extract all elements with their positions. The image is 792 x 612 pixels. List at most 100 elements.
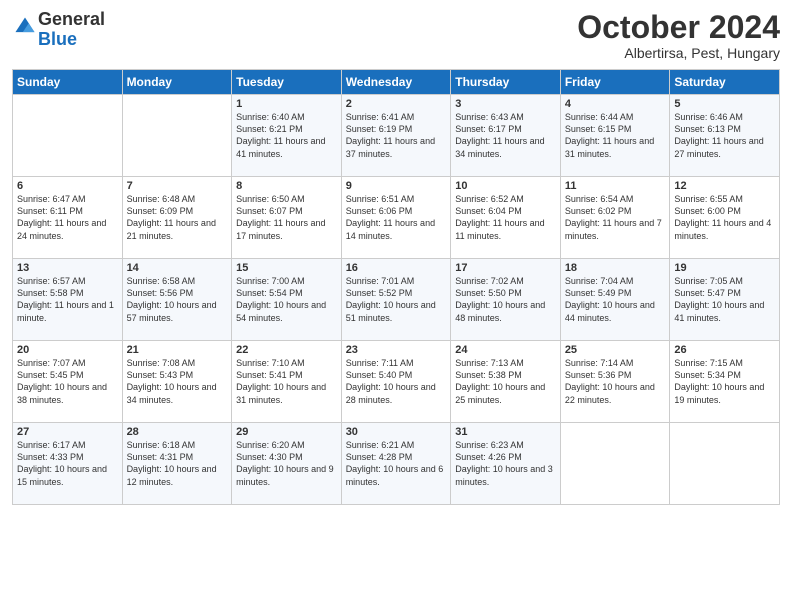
day-info: Sunrise: 6:55 AMSunset: 6:00 PMDaylight:… xyxy=(674,194,771,240)
calendar-cell: 5Sunrise: 6:46 AMSunset: 6:13 PMDaylight… xyxy=(670,95,780,177)
calendar-cell: 18 Sunrise: 7:04 AMSunset: 5:49 PMDayligh… xyxy=(560,259,670,341)
day-number: 14 xyxy=(127,262,228,274)
day-info: Sunrise: 6:47 AMSunset: 6:11 PMDaylight:… xyxy=(17,194,106,240)
day-info: Sunrise: 6:52 AMSunset: 6:04 PMDaylight:… xyxy=(455,194,544,240)
day-number: 22 xyxy=(236,344,337,356)
day-info: Sunrise: 6:54 AMSunset: 6:02 PMDaylight:… xyxy=(565,194,662,240)
day-info: Sunrise: 6:40 AMSunset: 6:21 PMDaylight:… xyxy=(236,112,325,158)
calendar-cell: 9Sunrise: 6:51 AMSunset: 6:06 PMDaylight… xyxy=(341,177,451,259)
day-info: Sunrise: 6:50 AMSunset: 6:07 PMDaylight:… xyxy=(236,194,325,240)
calendar-cell: 13Sunrise: 6:57 AMSunset: 5:58 PMDayligh… xyxy=(13,259,123,341)
calendar-cell: 21 Sunrise: 7:08 AMSunset: 5:43 PMDayligh… xyxy=(122,341,232,423)
calendar-cell: 23Sunrise: 7:11 AMSunset: 5:40 PMDayligh… xyxy=(341,341,451,423)
day-info: Sunrise: 7:08 AMSunset: 5:43 PMDaylight:… xyxy=(127,358,217,404)
weekday-header-tuesday: Tuesday xyxy=(232,70,342,95)
calendar-cell: 7 Sunrise: 6:48 AMSunset: 6:09 PMDaylight… xyxy=(122,177,232,259)
calendar-cell: 31 Sunrise: 6:23 AMSunset: 4:26 PMDayligh… xyxy=(451,423,561,505)
day-number: 1 xyxy=(236,98,337,110)
weekday-header-wednesday: Wednesday xyxy=(341,70,451,95)
day-number: 12 xyxy=(674,180,775,192)
day-info: Sunrise: 6:57 AMSunset: 5:58 PMDaylight:… xyxy=(17,276,114,322)
day-number: 15 xyxy=(236,262,337,274)
day-info: Sunrise: 7:14 AMSunset: 5:36 PMDaylight:… xyxy=(565,358,655,404)
day-info: Sunrise: 6:20 AMSunset: 4:30 PMDaylight:… xyxy=(236,440,334,486)
logo-blue-text: Blue xyxy=(38,29,77,49)
calendar-cell: 27Sunrise: 6:17 AMSunset: 4:33 PMDayligh… xyxy=(13,423,123,505)
day-number: 18 xyxy=(565,262,666,274)
calendar-cell: 19 Sunrise: 7:05 AMSunset: 5:47 PMDayligh… xyxy=(670,259,780,341)
title-block: October 2024 Albertirsa, Pest, Hungary xyxy=(577,10,780,61)
day-number: 23 xyxy=(346,344,447,356)
calendar-cell: 6 Sunrise: 6:47 AMSunset: 6:11 PMDaylight… xyxy=(13,177,123,259)
day-number: 6 xyxy=(17,180,118,192)
calendar-cell: 15 Sunrise: 7:00 AMSunset: 5:54 PMDayligh… xyxy=(232,259,342,341)
day-number: 7 xyxy=(127,180,228,192)
day-info: Sunrise: 7:10 AMSunset: 5:41 PMDaylight:… xyxy=(236,358,326,404)
calendar-cell: 25 Sunrise: 7:14 AMSunset: 5:36 PMDayligh… xyxy=(560,341,670,423)
day-info: Sunrise: 7:13 AMSunset: 5:38 PMDaylight:… xyxy=(455,358,545,404)
day-info: Sunrise: 7:00 AMSunset: 5:54 PMDaylight:… xyxy=(236,276,326,322)
weekday-header-monday: Monday xyxy=(122,70,232,95)
day-number: 25 xyxy=(565,344,666,356)
day-number: 9 xyxy=(346,180,447,192)
day-info: Sunrise: 6:21 AMSunset: 4:28 PMDaylight:… xyxy=(346,440,444,486)
day-info: Sunrise: 6:18 AMSunset: 4:31 PMDaylight:… xyxy=(127,440,217,486)
day-number: 3 xyxy=(455,98,556,110)
day-info: Sunrise: 7:04 AMSunset: 5:49 PMDaylight:… xyxy=(565,276,655,322)
day-number: 24 xyxy=(455,344,556,356)
calendar-cell: 11 Sunrise: 6:54 AMSunset: 6:02 PMDayligh… xyxy=(560,177,670,259)
calendar-cell: 22 Sunrise: 7:10 AMSunset: 5:41 PMDayligh… xyxy=(232,341,342,423)
calendar-cell xyxy=(560,423,670,505)
day-info: Sunrise: 7:05 AMSunset: 5:47 PMDaylight:… xyxy=(674,276,764,322)
calendar-week-row: 27Sunrise: 6:17 AMSunset: 4:33 PMDayligh… xyxy=(13,423,780,505)
logo: General Blue xyxy=(12,10,105,50)
calendar-week-row: 6 Sunrise: 6:47 AMSunset: 6:11 PMDaylight… xyxy=(13,177,780,259)
day-number: 26 xyxy=(674,344,775,356)
calendar-cell: 10Sunrise: 6:52 AMSunset: 6:04 PMDayligh… xyxy=(451,177,561,259)
day-info: Sunrise: 6:23 AMSunset: 4:26 PMDaylight:… xyxy=(455,440,553,486)
logo-general-text: General xyxy=(38,9,105,29)
day-number: 21 xyxy=(127,344,228,356)
calendar-week-row: 13Sunrise: 6:57 AMSunset: 5:58 PMDayligh… xyxy=(13,259,780,341)
subtitle: Albertirsa, Pest, Hungary xyxy=(577,45,780,61)
day-info: Sunrise: 6:48 AMSunset: 6:09 PMDaylight:… xyxy=(127,194,216,240)
calendar-cell: 12 Sunrise: 6:55 AMSunset: 6:00 PMDayligh… xyxy=(670,177,780,259)
day-number: 29 xyxy=(236,426,337,438)
day-info: Sunrise: 6:58 AMSunset: 5:56 PMDaylight:… xyxy=(127,276,217,322)
day-info: Sunrise: 7:02 AMSunset: 5:50 PMDaylight:… xyxy=(455,276,545,322)
weekday-header-saturday: Saturday xyxy=(670,70,780,95)
day-number: 4 xyxy=(565,98,666,110)
calendar-cell: 29 Sunrise: 6:20 AMSunset: 4:30 PMDayligh… xyxy=(232,423,342,505)
calendar-cell xyxy=(13,95,123,177)
calendar-cell: 8Sunrise: 6:50 AMSunset: 6:07 PMDaylight… xyxy=(232,177,342,259)
day-number: 5 xyxy=(674,98,775,110)
day-info: Sunrise: 6:44 AMSunset: 6:15 PMDaylight:… xyxy=(565,112,654,158)
calendar-cell: 3 Sunrise: 6:43 AMSunset: 6:17 PMDaylight… xyxy=(451,95,561,177)
main-container: General Blue October 2024 Albertirsa, Pe… xyxy=(0,0,792,513)
day-number: 19 xyxy=(674,262,775,274)
calendar-cell: 14 Sunrise: 6:58 AMSunset: 5:56 PMDayligh… xyxy=(122,259,232,341)
calendar-cell: 4 Sunrise: 6:44 AMSunset: 6:15 PMDaylight… xyxy=(560,95,670,177)
calendar-cell: 26 Sunrise: 7:15 AMSunset: 5:34 PMDayligh… xyxy=(670,341,780,423)
weekday-header-row: SundayMondayTuesdayWednesdayThursdayFrid… xyxy=(13,70,780,95)
weekday-header-thursday: Thursday xyxy=(451,70,561,95)
day-info: Sunrise: 6:41 AMSunset: 6:19 PMDaylight:… xyxy=(346,112,435,158)
header: General Blue October 2024 Albertirsa, Pe… xyxy=(12,10,780,61)
weekday-header-sunday: Sunday xyxy=(13,70,123,95)
calendar-week-row: 1 Sunrise: 6:40 AMSunset: 6:21 PMDaylight… xyxy=(13,95,780,177)
calendar-cell: 1 Sunrise: 6:40 AMSunset: 6:21 PMDaylight… xyxy=(232,95,342,177)
weekday-header-friday: Friday xyxy=(560,70,670,95)
day-number: 31 xyxy=(455,426,556,438)
calendar-cell: 17Sunrise: 7:02 AMSunset: 5:50 PMDayligh… xyxy=(451,259,561,341)
calendar-cell: 16Sunrise: 7:01 AMSunset: 5:52 PMDayligh… xyxy=(341,259,451,341)
month-title: October 2024 xyxy=(577,10,780,45)
day-number: 30 xyxy=(346,426,447,438)
logo-icon xyxy=(14,16,36,38)
day-info: Sunrise: 7:15 AMSunset: 5:34 PMDaylight:… xyxy=(674,358,764,404)
day-info: Sunrise: 6:43 AMSunset: 6:17 PMDaylight:… xyxy=(455,112,544,158)
calendar-table: SundayMondayTuesdayWednesdayThursdayFrid… xyxy=(12,69,780,505)
day-number: 11 xyxy=(565,180,666,192)
day-number: 20 xyxy=(17,344,118,356)
day-info: Sunrise: 7:01 AMSunset: 5:52 PMDaylight:… xyxy=(346,276,436,322)
day-number: 2 xyxy=(346,98,447,110)
